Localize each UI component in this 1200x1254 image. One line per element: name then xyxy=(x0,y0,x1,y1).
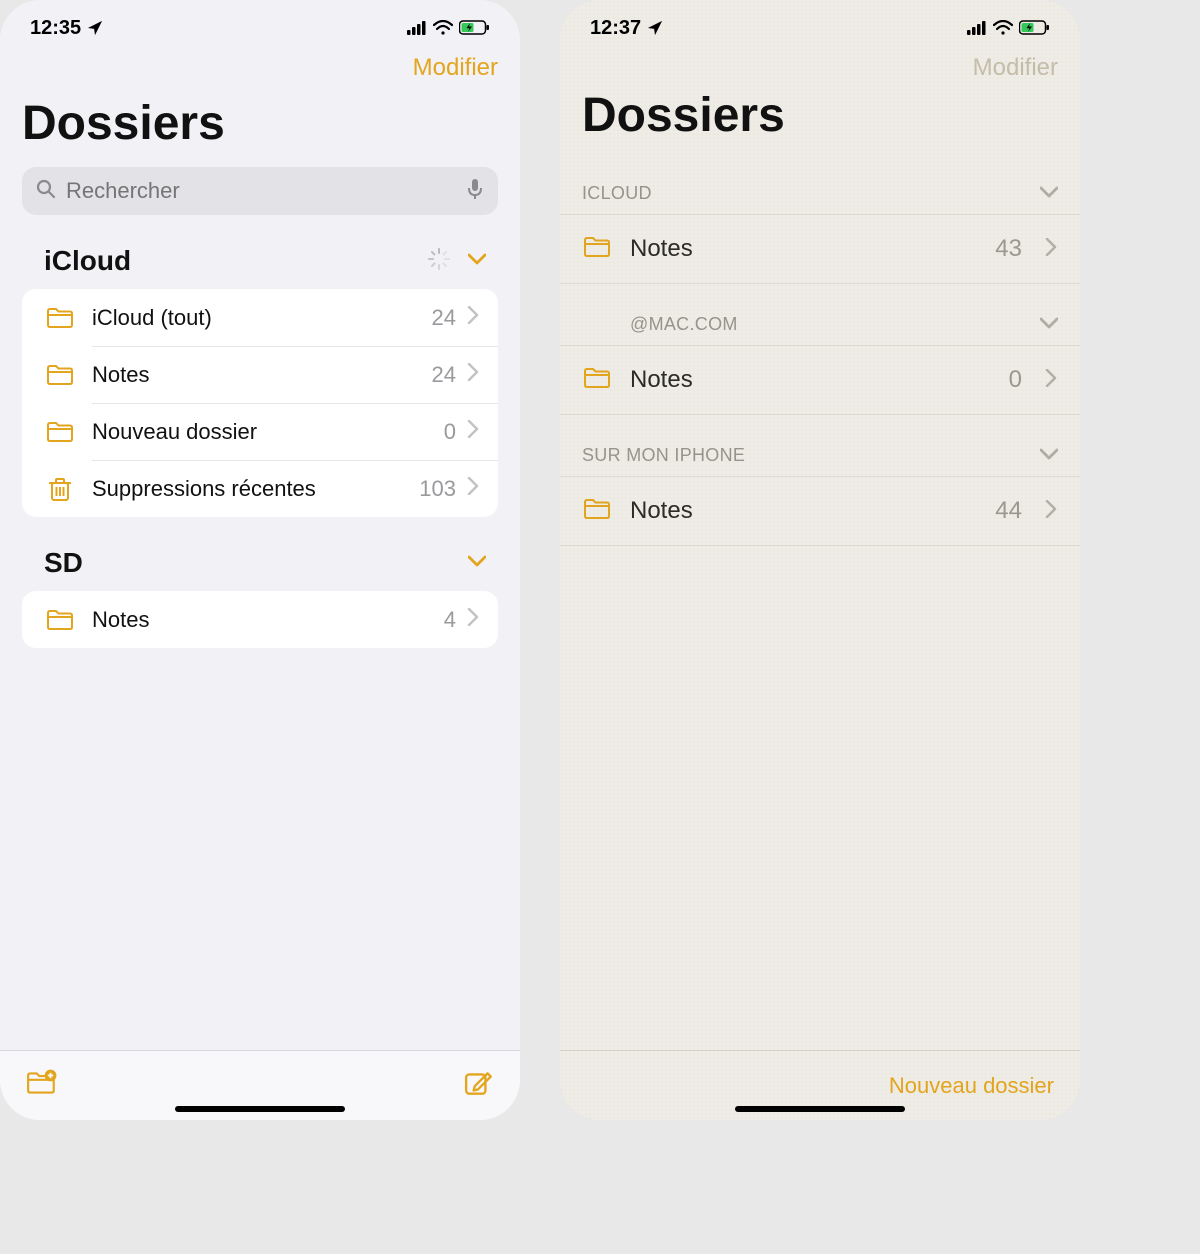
chevron-right-icon xyxy=(1044,238,1058,261)
battery-icon xyxy=(459,20,490,36)
folder-row[interactable]: Notes 44 xyxy=(560,476,1080,546)
compose-button[interactable] xyxy=(464,1069,494,1103)
chevron-right-icon xyxy=(466,306,480,329)
folder-count: 43 xyxy=(995,235,1022,263)
folder-count: 0 xyxy=(1009,366,1022,394)
folder-count: 4 xyxy=(444,607,456,633)
folder-icon xyxy=(44,607,76,633)
chevron-right-icon xyxy=(466,363,480,386)
folder-icon xyxy=(44,419,76,445)
chevron-right-icon xyxy=(466,608,480,631)
folder-row[interactable]: Notes 0 xyxy=(560,345,1080,415)
phone-right: 12:37 Modifier Dossiers ICLOUD Notes 43 … xyxy=(560,0,1080,1120)
chevron-down-icon[interactable] xyxy=(1040,314,1058,335)
wifi-icon xyxy=(433,20,453,36)
section-header-icloud[interactable]: ICLOUD xyxy=(560,153,1080,214)
folder-name: Notes xyxy=(92,607,444,633)
chevron-right-icon xyxy=(466,420,480,443)
edit-button[interactable]: Modifier xyxy=(973,54,1058,82)
wifi-icon xyxy=(993,20,1013,36)
nav-bar: Modifier xyxy=(0,48,520,82)
home-indicator[interactable] xyxy=(175,1106,345,1112)
folder-row[interactable]: Nouveau dossier 0 xyxy=(22,403,498,460)
folder-name: Notes xyxy=(630,366,1009,394)
icloud-folder-list: iCloud (tout) 24 Notes 24 Nouveau dossie… xyxy=(22,289,498,517)
chevron-right-icon xyxy=(1044,369,1058,392)
search-input[interactable] xyxy=(66,178,456,204)
folder-icon xyxy=(44,305,76,331)
status-time: 12:37 xyxy=(590,17,641,40)
folder-icon xyxy=(582,365,616,396)
section-label: ICLOUD xyxy=(582,183,652,204)
page-title: Dossiers xyxy=(0,82,520,161)
folder-name: Nouveau dossier xyxy=(92,419,444,445)
folder-icon xyxy=(44,362,76,388)
chevron-down-icon[interactable] xyxy=(1040,445,1058,466)
section-header-icloud[interactable]: iCloud xyxy=(0,215,520,289)
cell-signal-icon xyxy=(967,20,987,36)
section-header-sd[interactable]: SD xyxy=(0,517,520,591)
search-field[interactable] xyxy=(22,167,498,215)
folder-count: 44 xyxy=(995,497,1022,525)
sync-spinner-icon xyxy=(428,248,450,275)
folder-row[interactable]: Notes 4 xyxy=(22,591,498,648)
location-icon xyxy=(87,20,103,36)
section-label: SD xyxy=(44,547,83,579)
folder-name: Notes xyxy=(630,497,995,525)
page-title: Dossiers xyxy=(560,82,1080,153)
chevron-right-icon xyxy=(466,477,480,500)
battery-icon xyxy=(1019,20,1050,36)
folder-name: iCloud (tout) xyxy=(92,305,432,331)
folder-count: 24 xyxy=(432,305,456,331)
folder-name: Suppressions récentes xyxy=(92,476,419,502)
section-header-local[interactable]: SUR MON IPHONE xyxy=(560,415,1080,476)
mic-icon[interactable] xyxy=(466,178,484,205)
status-bar: 12:35 xyxy=(0,0,520,48)
new-folder-button[interactable]: Nouveau dossier xyxy=(889,1073,1054,1099)
home-indicator[interactable] xyxy=(735,1106,905,1112)
folder-row[interactable]: Notes 43 xyxy=(560,214,1080,284)
chevron-down-icon[interactable] xyxy=(468,252,486,271)
folder-icon xyxy=(582,496,616,527)
phone-left: 12:35 Modifier Dossiers iCloud iCloud (t… xyxy=(0,0,520,1120)
chevron-right-icon xyxy=(1044,500,1058,523)
trash-icon xyxy=(44,476,76,502)
folder-row[interactable]: iCloud (tout) 24 xyxy=(22,289,498,346)
folder-row[interactable]: Notes 24 xyxy=(22,346,498,403)
chevron-down-icon[interactable] xyxy=(468,554,486,573)
folder-count: 24 xyxy=(432,362,456,388)
new-folder-button[interactable] xyxy=(26,1069,58,1103)
search-icon xyxy=(36,179,56,204)
status-bar: 12:37 xyxy=(560,0,1080,48)
location-icon xyxy=(647,20,663,36)
folder-count: 0 xyxy=(444,419,456,445)
folder-name: Notes xyxy=(630,235,995,263)
section-label: iCloud xyxy=(44,245,131,277)
section-header-mac[interactable]: @MAC.COM xyxy=(560,284,1080,345)
cell-signal-icon xyxy=(407,20,427,36)
folder-name: Notes xyxy=(92,362,432,388)
folder-row[interactable]: Suppressions récentes 103 xyxy=(22,460,498,517)
nav-bar: Modifier xyxy=(560,48,1080,82)
folder-count: 103 xyxy=(419,476,456,502)
folder-icon xyxy=(582,234,616,265)
section-label: @MAC.COM xyxy=(630,314,738,335)
section-label: SUR MON IPHONE xyxy=(582,445,745,466)
chevron-down-icon[interactable] xyxy=(1040,183,1058,204)
status-time: 12:35 xyxy=(30,17,81,40)
edit-button[interactable]: Modifier xyxy=(413,54,498,82)
sd-folder-list: Notes 4 xyxy=(22,591,498,648)
